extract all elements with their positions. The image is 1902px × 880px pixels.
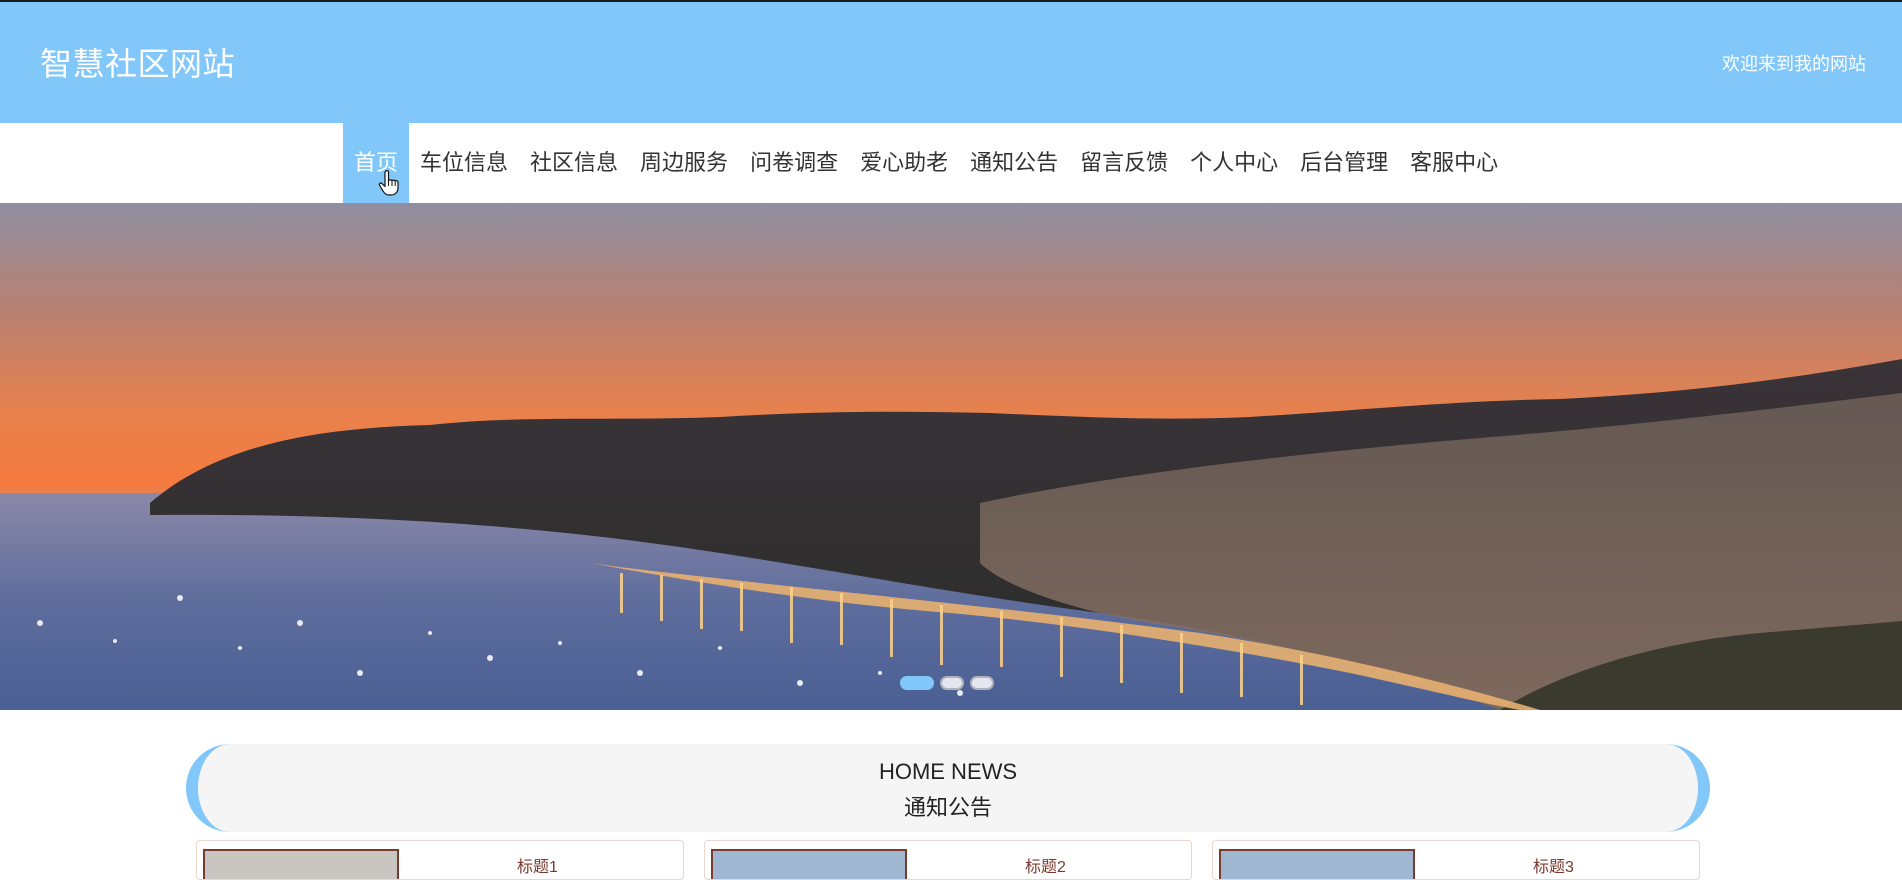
nav-item-feedback[interactable]: 留言反馈 xyxy=(1069,123,1179,203)
carousel-indicators xyxy=(900,676,994,690)
site-header: 智慧社区网站 欢迎来到我的网站 xyxy=(0,2,1902,123)
news-card[interactable]: 标题1 xyxy=(196,840,684,880)
hand-pointer-cursor-icon xyxy=(378,170,399,196)
carousel-dot-1[interactable] xyxy=(900,676,934,690)
nav-item-admin[interactable]: 后台管理 xyxy=(1289,123,1399,203)
news-card-list: 标题1 标题2 标题3 xyxy=(196,840,1700,880)
news-card-thumbnail[interactable] xyxy=(711,849,907,879)
nav-item-elderly-care[interactable]: 爱心助老 xyxy=(849,123,959,203)
nav-item-nearby-services[interactable]: 周边服务 xyxy=(629,123,739,203)
nav-item-survey[interactable]: 问卷调查 xyxy=(739,123,849,203)
carousel-dot-3[interactable] xyxy=(970,676,994,690)
nav-item-community[interactable]: 社区信息 xyxy=(519,123,629,203)
news-card-title[interactable]: 标题3 xyxy=(1533,853,1574,877)
hero-banner-image[interactable] xyxy=(0,203,1902,710)
nav-item-parking[interactable]: 车位信息 xyxy=(409,123,519,203)
news-card[interactable]: 标题3 xyxy=(1212,840,1700,880)
nav-item-profile[interactable]: 个人中心 xyxy=(1179,123,1289,203)
carousel-dot-2[interactable] xyxy=(940,676,964,690)
banner-harbor-scene xyxy=(0,203,1902,710)
nav-item-notices[interactable]: 通知公告 xyxy=(959,123,1069,203)
news-section-header: HOME NEWS 通知公告 xyxy=(186,744,1710,832)
site-title[interactable]: 智慧社区网站 xyxy=(40,39,235,85)
news-card[interactable]: 标题2 xyxy=(704,840,1192,880)
news-title-cn: 通知公告 xyxy=(903,795,992,820)
nav-list: 首页 车位信息 社区信息 周边服务 问卷调查 爱心助老 通知公告 留言反馈 个人… xyxy=(343,123,1509,203)
welcome-text: 欢迎来到我的网站 xyxy=(1722,54,1866,74)
main-nav: 首页 车位信息 社区信息 周边服务 问卷调查 爱心助老 通知公告 留言反馈 个人… xyxy=(0,123,1902,203)
news-section: HOME NEWS 通知公告 xyxy=(186,744,1710,832)
nav-item-customer-service[interactable]: 客服中心 xyxy=(1399,123,1509,203)
news-card-title[interactable]: 标题2 xyxy=(1025,853,1066,877)
news-card-thumbnail[interactable] xyxy=(203,849,399,879)
news-title-en: HOME NEWS xyxy=(878,759,1018,784)
news-card-thumbnail[interactable] xyxy=(1219,849,1415,879)
news-card-title[interactable]: 标题1 xyxy=(517,853,558,877)
